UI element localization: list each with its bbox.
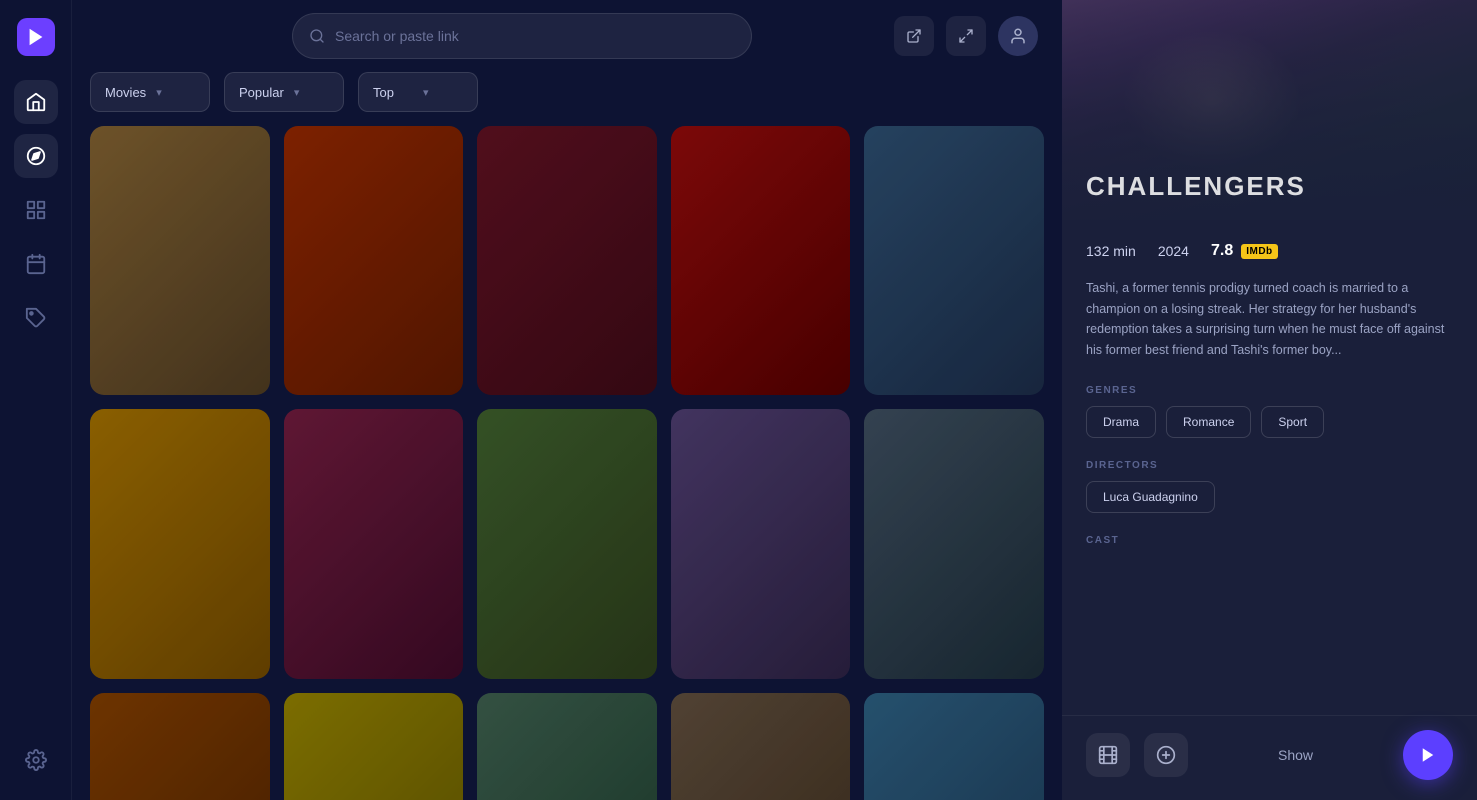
external-link-icon (906, 28, 922, 44)
filter-sort[interactable]: Popular ▾ (224, 72, 344, 112)
movie-card[interactable] (671, 126, 851, 395)
movie-grid-container (72, 126, 1062, 800)
detail-rating: 7.8 (1211, 242, 1233, 260)
sidebar-item-schedule[interactable] (14, 242, 58, 286)
user-avatar-button[interactable] (998, 16, 1038, 56)
genre-tags: Drama Romance Sport (1086, 406, 1453, 438)
external-link-button[interactable] (894, 16, 934, 56)
film-icon (1098, 745, 1118, 765)
search-input[interactable] (335, 28, 735, 44)
header-actions (894, 16, 1038, 56)
detail-year: 2024 (1158, 243, 1189, 259)
director-tag[interactable]: Luca Guadagnino (1086, 481, 1215, 513)
movie-card[interactable] (90, 693, 270, 800)
fullscreen-icon (958, 28, 974, 44)
cinema-button[interactable] (1086, 733, 1130, 777)
movie-card[interactable] (671, 693, 851, 800)
detail-meta: 132 min 2024 7.8 IMDb (1086, 242, 1453, 260)
movie-card[interactable] (477, 693, 657, 800)
fullscreen-button[interactable] (946, 16, 986, 56)
movie-card[interactable] (90, 409, 270, 678)
detail-title: CHALLENGERS (1086, 171, 1453, 202)
genre-tag-item[interactable]: Drama (1086, 406, 1156, 438)
search-icon (309, 28, 325, 44)
movie-card[interactable] (284, 409, 464, 678)
movie-grid (90, 126, 1044, 800)
filter-time[interactable]: Top ▾ (358, 72, 478, 112)
sidebar-item-discover[interactable] (14, 134, 58, 178)
genre-tag-item[interactable]: Sport (1261, 406, 1324, 438)
detail-rating-row: 7.8 IMDb (1211, 242, 1278, 260)
genres-label: GENRES (1086, 385, 1453, 396)
detail-footer: Show (1062, 715, 1477, 800)
play-button[interactable] (1403, 730, 1453, 780)
directors-label: DIRECTORS (1086, 460, 1453, 471)
genre-tag-item[interactable]: Romance (1166, 406, 1251, 438)
movie-card[interactable] (284, 126, 464, 395)
main-content: Movies ▾ Popular ▾ Top ▾ (72, 0, 1062, 800)
filter-type[interactable]: Movies ▾ (90, 72, 210, 112)
imdb-badge: IMDb (1241, 244, 1277, 259)
sidebar-item-home[interactable] (14, 80, 58, 124)
movie-card[interactable] (671, 409, 851, 678)
add-to-list-button[interactable] (1144, 733, 1188, 777)
detail-duration: 132 min (1086, 243, 1136, 259)
plus-circle-icon (1156, 745, 1176, 765)
cast-label: CAST (1086, 535, 1453, 546)
movie-card[interactable] (477, 126, 657, 395)
movie-card[interactable] (864, 693, 1044, 800)
detail-info: 132 min 2024 7.8 IMDb Tashi, a former te… (1062, 220, 1477, 715)
detail-panel: CHALLENGERS 132 min 2024 7.8 IMDb Tashi,… (1062, 0, 1477, 800)
sidebar-item-settings[interactable] (14, 738, 58, 782)
show-button[interactable]: Show (1202, 733, 1389, 777)
filters-bar: Movies ▾ Popular ▾ Top ▾ (72, 72, 1062, 126)
user-icon (1009, 27, 1027, 45)
movie-card[interactable] (864, 409, 1044, 678)
chevron-down-icon: ▾ (423, 86, 463, 99)
play-icon (1419, 746, 1437, 764)
sidebar-item-plugins[interactable] (14, 296, 58, 340)
chevron-down-icon: ▾ (294, 86, 329, 99)
movie-card[interactable] (864, 126, 1044, 395)
sidebar (0, 0, 72, 800)
detail-description: Tashi, a former tennis prodigy turned co… (1086, 278, 1453, 361)
app-logo[interactable] (17, 18, 55, 56)
chevron-down-icon: ▾ (156, 86, 195, 99)
movie-card[interactable] (477, 409, 657, 678)
header (72, 0, 1062, 72)
search-bar[interactable] (292, 13, 752, 59)
sidebar-item-library[interactable] (14, 188, 58, 232)
detail-backdrop: CHALLENGERS (1062, 0, 1477, 220)
movie-card[interactable] (90, 126, 270, 395)
movie-card[interactable] (284, 693, 464, 800)
